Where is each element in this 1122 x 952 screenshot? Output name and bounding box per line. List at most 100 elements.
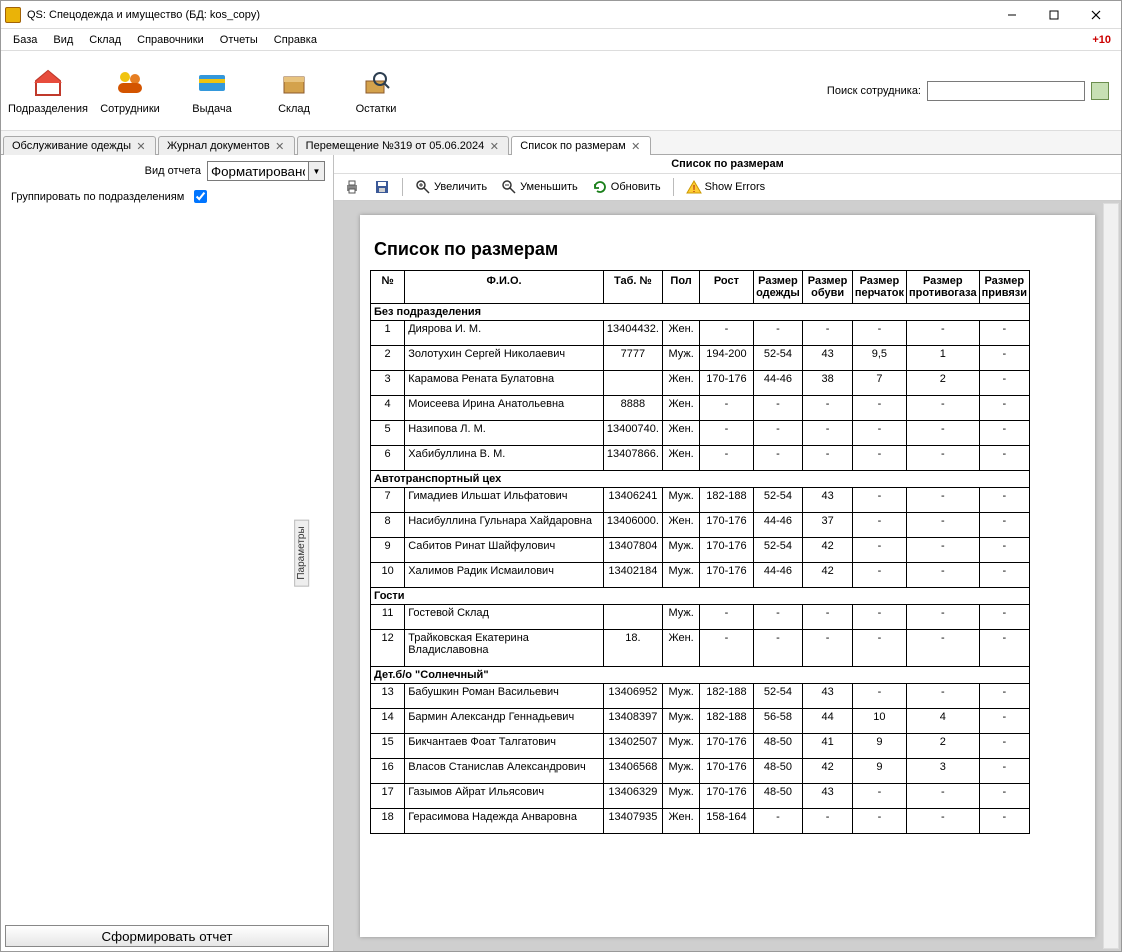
close-icon[interactable]: ✕ (630, 140, 642, 152)
table-row: 7Гимадиев Ильшат Ильфатович13406241Муж.1… (371, 488, 1030, 513)
show-errors-button[interactable]: ! Show Errors (682, 177, 770, 197)
menu-help[interactable]: Справка (266, 32, 325, 48)
app-icon (5, 7, 21, 23)
run-report-button[interactable]: Сформировать отчет (5, 925, 329, 947)
table-row: 3Карамова Рената БулатовнаЖен.170-17644-… (371, 371, 1030, 396)
employee-search-input[interactable] (927, 81, 1085, 101)
table-cell: Муж. (662, 709, 699, 734)
table-cell: 5 (371, 421, 405, 446)
table-cell: Муж. (662, 784, 699, 809)
departments-button[interactable]: Подразделения (7, 63, 89, 119)
save-button[interactable] (370, 177, 394, 197)
close-icon[interactable]: ✕ (135, 140, 147, 152)
zoom-in-button[interactable]: Увеличить (411, 177, 491, 197)
menu-stock[interactable]: Склад (81, 32, 129, 48)
window-title: QS: Спецодежда и имущество (БД: kos_copy… (27, 9, 991, 21)
table-cell: - (907, 421, 980, 446)
employee-search-button[interactable] (1091, 82, 1109, 100)
print-button[interactable] (340, 177, 364, 197)
table-cell: Муж. (662, 563, 699, 588)
group-by-dept-checkbox[interactable] (194, 190, 207, 203)
table-cell: 52-54 (753, 538, 803, 563)
tab-label: Журнал документов (167, 140, 270, 152)
main-toolbar: Подразделения Сотрудники Выдача Склад Ос… (1, 51, 1121, 131)
menu-dicts[interactable]: Справочники (129, 32, 212, 48)
refresh-button[interactable]: Обновить (588, 177, 665, 197)
column-header: Ф.И.О. (405, 271, 604, 304)
column-header: Размер обуви (803, 271, 852, 304)
chevron-down-icon[interactable]: ▼ (308, 162, 324, 180)
tab[interactable]: Обслуживание одежды✕ (3, 136, 156, 155)
table-cell: Гостевой Склад (405, 605, 604, 630)
table-cell: Власов Станислав Александрович (405, 759, 604, 784)
table-cell: - (979, 784, 1029, 809)
card-icon (196, 67, 228, 99)
table-cell: 1 (371, 321, 405, 346)
menu-view[interactable]: Вид (45, 32, 81, 48)
svg-text:!: ! (692, 184, 695, 195)
box-icon (278, 67, 310, 99)
close-icon[interactable]: ✕ (274, 140, 286, 152)
report-viewport[interactable]: Список по размерам №Ф.И.О.Таб. №ПолРостР… (334, 201, 1121, 951)
table-cell: Газымов Айрат Ильясович (405, 784, 604, 809)
table-cell: Хабибуллина В. М. (405, 446, 604, 471)
table-cell: 7 (371, 488, 405, 513)
tab[interactable]: Журнал документов ✕ (158, 136, 295, 155)
table-row: 2Золотухин Сергей Николаевич7777Муж.194-… (371, 346, 1030, 371)
table-cell: 170-176 (700, 784, 753, 809)
table-row: 17Газымов Айрат Ильясович13406329Муж.170… (371, 784, 1030, 809)
table-cell: Жен. (662, 446, 699, 471)
table-cell: 7 (852, 371, 906, 396)
table-cell: - (979, 563, 1029, 588)
table-row: 10Халимов Радик Исмаилович13402184Муж.17… (371, 563, 1030, 588)
table-cell: 48-50 (753, 784, 803, 809)
table-cell: 18. (603, 630, 662, 667)
table-cell: 170-176 (700, 513, 753, 538)
table-cell: 44-46 (753, 371, 803, 396)
stock-button[interactable]: Склад (253, 63, 335, 119)
table-cell: - (852, 563, 906, 588)
table-cell: 37 (803, 513, 852, 538)
table-cell: 52-54 (753, 346, 803, 371)
vertical-scrollbar[interactable] (1103, 203, 1119, 949)
maximize-button[interactable] (1033, 3, 1075, 27)
table-cell: - (907, 488, 980, 513)
table-cell: 18 (371, 809, 405, 834)
report-page: Список по размерам №Ф.И.О.Таб. №ПолРостР… (360, 215, 1095, 937)
minimize-button[interactable] (991, 3, 1033, 27)
menu-base[interactable]: База (5, 32, 45, 48)
report-type-combo[interactable]: ▼ (207, 161, 325, 181)
report-type-value[interactable] (208, 162, 308, 180)
table-cell: 158-164 (700, 809, 753, 834)
issue-button[interactable]: Выдача (171, 63, 253, 119)
tab[interactable]: Список по размерам✕ (511, 136, 650, 155)
report-type-label: Вид отчета (145, 165, 201, 177)
table-cell: - (753, 605, 803, 630)
table-row: 5Назипова Л. М.13400740.Жен.------ (371, 421, 1030, 446)
zoom-out-label: Уменьшить (520, 181, 578, 193)
employees-button[interactable]: Сотрудники (89, 63, 171, 119)
table-row: 11Гостевой СкладМуж.------ (371, 605, 1030, 630)
zoom-out-icon (501, 179, 517, 195)
remains-button[interactable]: Остатки (335, 63, 417, 119)
group-header: Гости (371, 588, 1030, 605)
table-cell: 17 (371, 784, 405, 809)
report-toolbar: Увеличить Уменьшить Обновить (334, 174, 1121, 201)
table-cell: 170-176 (700, 538, 753, 563)
printer-icon (344, 179, 360, 195)
close-icon[interactable]: ✕ (488, 140, 500, 152)
table-cell: 8 (371, 513, 405, 538)
params-collapse-handle[interactable]: Параметры (294, 519, 309, 586)
column-header: Размер привязи (979, 271, 1029, 304)
table-cell: Муж. (662, 346, 699, 371)
table-cell (603, 605, 662, 630)
table-cell: - (979, 346, 1029, 371)
table-cell: 42 (803, 538, 852, 563)
zoom-out-button[interactable]: Уменьшить (497, 177, 582, 197)
table-cell: - (700, 321, 753, 346)
table-cell: 10 (852, 709, 906, 734)
tab[interactable]: Перемещение №319 от 05.06.2024✕ (297, 136, 510, 155)
table-cell: 8888 (603, 396, 662, 421)
menu-reports[interactable]: Отчеты (212, 32, 266, 48)
close-button[interactable] (1075, 3, 1117, 27)
